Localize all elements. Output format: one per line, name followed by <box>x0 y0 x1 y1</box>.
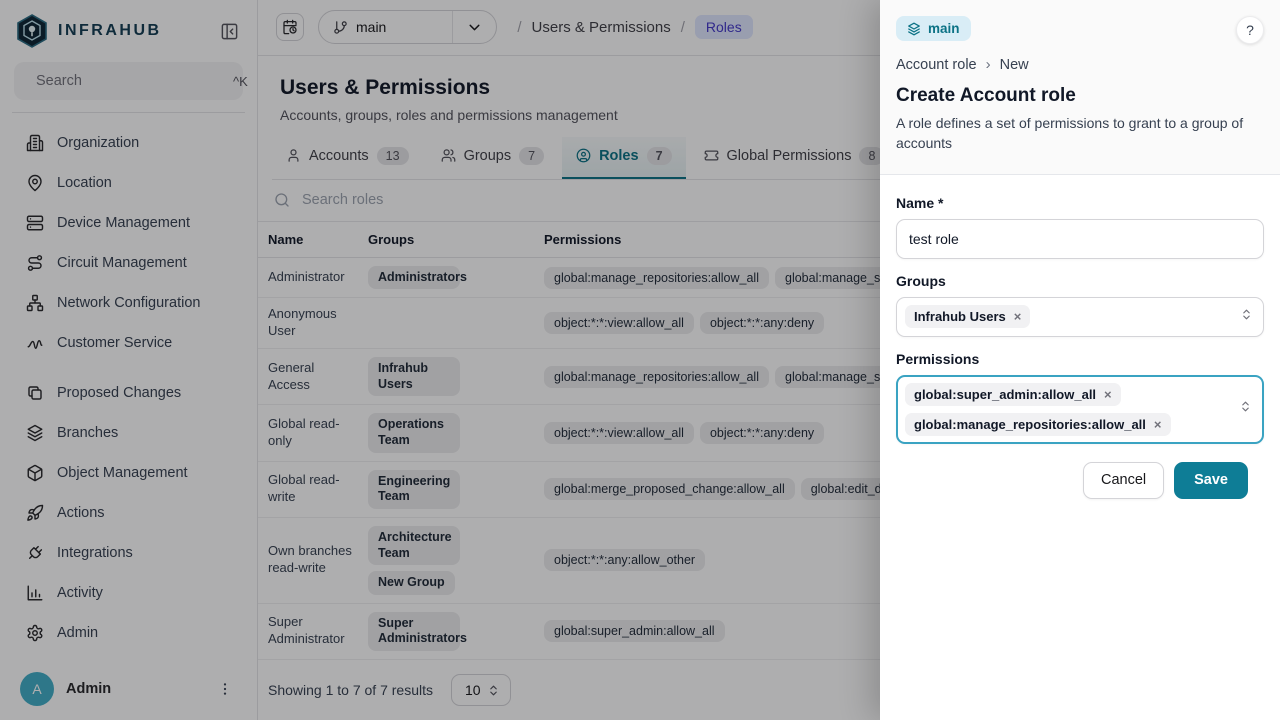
groups-field-label: Groups <box>896 273 1264 289</box>
remove-chip-icon[interactable]: × <box>1104 388 1112 401</box>
layers-icon <box>907 22 921 36</box>
drawer-breadcrumb-current: New <box>1000 57 1029 73</box>
create-role-drawer: main ? Account role › New Create Account… <box>880 0 1280 720</box>
groups-multiselect[interactable]: Infrahub Users × <box>896 297 1264 337</box>
chevron-right-icon: › <box>986 56 991 73</box>
create-role-form: Name * Groups Infrahub Users × Permissio… <box>880 175 1280 720</box>
save-button[interactable]: Save <box>1174 462 1248 499</box>
cancel-button[interactable]: Cancel <box>1083 462 1164 499</box>
drawer-description: A role defines a set of permissions to g… <box>896 113 1246 154</box>
permissions-multiselect[interactable]: global:super_admin:allow_all × global:ma… <box>896 375 1264 444</box>
permissions-field-label: Permissions <box>896 351 1264 367</box>
drawer-title: Create Account role <box>896 85 1264 107</box>
drawer-breadcrumb-parent[interactable]: Account role <box>896 57 977 73</box>
remove-chip-icon[interactable]: × <box>1014 310 1022 323</box>
chip-label: global:manage_repositories:allow_all <box>914 417 1146 432</box>
drawer-actions: Cancel Save <box>896 444 1264 517</box>
selected-group-chip: Infrahub Users × <box>905 305 1030 328</box>
help-button[interactable]: ? <box>1236 16 1264 44</box>
chevrons-up-down-icon <box>1239 400 1252 418</box>
app-root: INFRAHUB ^K Organization Location Device… <box>0 0 1280 720</box>
help-icon: ? <box>1246 22 1254 38</box>
remove-chip-icon[interactable]: × <box>1154 418 1162 431</box>
drawer-breadcrumb: Account role › New <box>896 56 1264 73</box>
name-field-label: Name * <box>896 195 1264 211</box>
chip-label: Infrahub Users <box>914 309 1006 324</box>
name-field[interactable] <box>896 219 1264 259</box>
drawer-header: main ? Account role › New Create Account… <box>880 0 1280 175</box>
chevrons-up-down-icon <box>1240 308 1253 326</box>
selected-permission-chip: global:super_admin:allow_all × <box>905 383 1121 406</box>
branch-badge-label: main <box>928 21 960 36</box>
selected-permission-chip: global:manage_repositories:allow_all × <box>905 413 1171 436</box>
modal-overlay[interactable] <box>0 0 880 720</box>
chip-label: global:super_admin:allow_all <box>914 387 1096 402</box>
branch-badge: main <box>896 16 971 41</box>
